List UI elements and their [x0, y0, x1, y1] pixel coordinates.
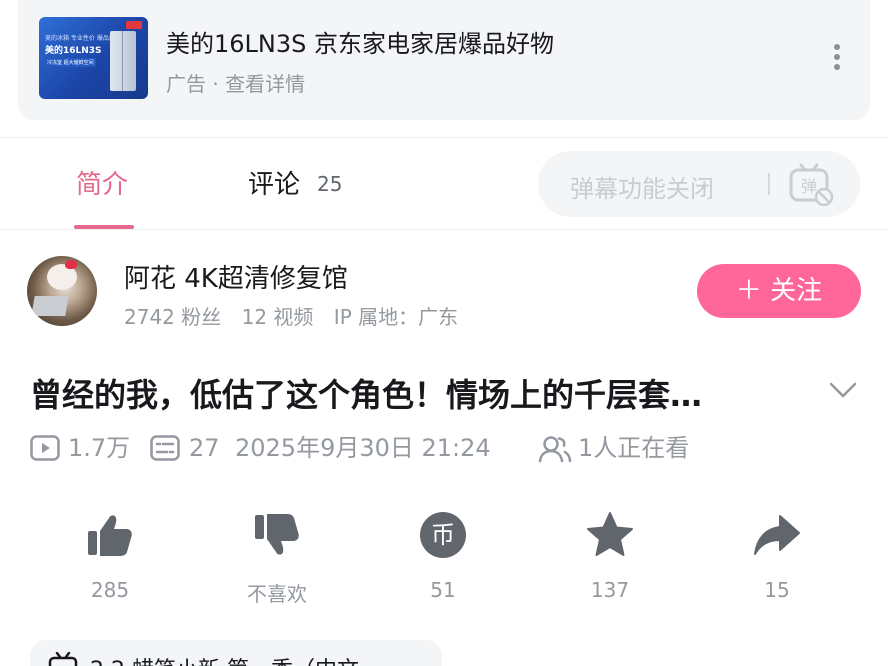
avatar[interactable]: [27, 256, 97, 326]
favorite-count: 137: [590, 578, 630, 602]
author-ip: IP 属地：广东: [333, 305, 459, 329]
brand-tag-icon: [126, 21, 142, 29]
tv-icon: [48, 652, 78, 666]
danmaku-separator: [768, 173, 770, 195]
thumbs-down-icon: [255, 514, 299, 555]
people-icon: [538, 436, 572, 463]
coin-glyph: 币: [431, 521, 455, 549]
author-videos: 12 视频: [241, 305, 314, 329]
series-chip-text: 2.2 蜡笔小新 第一季（中文: [90, 652, 359, 666]
danmaku-label: 弹幕功能关闭: [570, 175, 714, 203]
ad-title[interactable]: 美的16LN3S 京东家电家居爆品好物: [166, 24, 554, 59]
publish-date: 2025年9月30日 21:24: [235, 434, 491, 462]
danmaku-icon-glyph: 弹: [801, 177, 817, 196]
ad-thumb-model: 美的16LN3S: [45, 46, 102, 56]
chevron-down-icon[interactable]: [829, 381, 857, 399]
tab-comments-count[interactable]: 25: [317, 172, 342, 196]
tab-comments[interactable]: 评论: [248, 164, 300, 201]
dislike-button[interactable]: 不喜欢: [222, 510, 332, 607]
ad-card[interactable]: 美的冰箱 专业性价 爆品焕新 美的16LN3S 冷冻室 超大储鲜空间 美的16L…: [18, 0, 870, 120]
ad-subtitle[interactable]: 广告 · 查看详情: [166, 68, 305, 97]
ad-thumbnail[interactable]: 美的冰箱 专业性价 爆品焕新 美的16LN3S 冷冻室 超大储鲜空间: [39, 17, 148, 99]
danmaku-count-icon: [150, 435, 180, 461]
thumbs-up-icon: [88, 515, 132, 556]
divider: [0, 137, 888, 138]
divider: [0, 229, 888, 230]
dislike-label: 不喜欢: [247, 582, 307, 606]
share-button[interactable]: 15: [722, 510, 832, 602]
views-count: 1.7万: [68, 434, 131, 462]
more-vertical-icon[interactable]: [832, 44, 842, 74]
ad-thumb-badge: 冷冻室 超大储鲜空间: [45, 58, 96, 67]
coin-button[interactable]: 币 51: [388, 510, 498, 602]
like-count: 285: [90, 578, 130, 602]
favorite-button[interactable]: 137: [555, 510, 665, 602]
coin-icon: 币: [420, 512, 466, 558]
tab-intro[interactable]: 简介: [76, 164, 128, 201]
star-icon: [587, 512, 633, 556]
share-icon: [754, 515, 800, 555]
author-meta: 2742 粉丝 12 视频 IP 属地：广东: [124, 301, 472, 330]
share-count: 15: [764, 578, 790, 602]
play-count-icon: [30, 435, 60, 461]
follow-button[interactable]: ＋ 关注: [697, 264, 861, 318]
danmaku-off-icon[interactable]: 弹: [788, 161, 834, 207]
series-chip[interactable]: 2.2 蜡笔小新 第一季（中文: [30, 640, 442, 666]
author-name[interactable]: 阿花 4K超清修复馆: [124, 258, 348, 295]
coin-count: 51: [430, 578, 456, 602]
video-title[interactable]: 曾经的我，低估了这个角色！情场上的千层套…: [30, 370, 800, 416]
author-fans: 2742 粉丝: [124, 305, 222, 329]
fridge-icon: [110, 31, 136, 91]
danmaku-count: 27: [189, 434, 220, 462]
danmaku-toggle[interactable]: 弹幕功能关闭 弹: [538, 151, 860, 217]
watching-count: 1人正在看: [578, 434, 690, 462]
like-button[interactable]: 285: [55, 510, 165, 602]
